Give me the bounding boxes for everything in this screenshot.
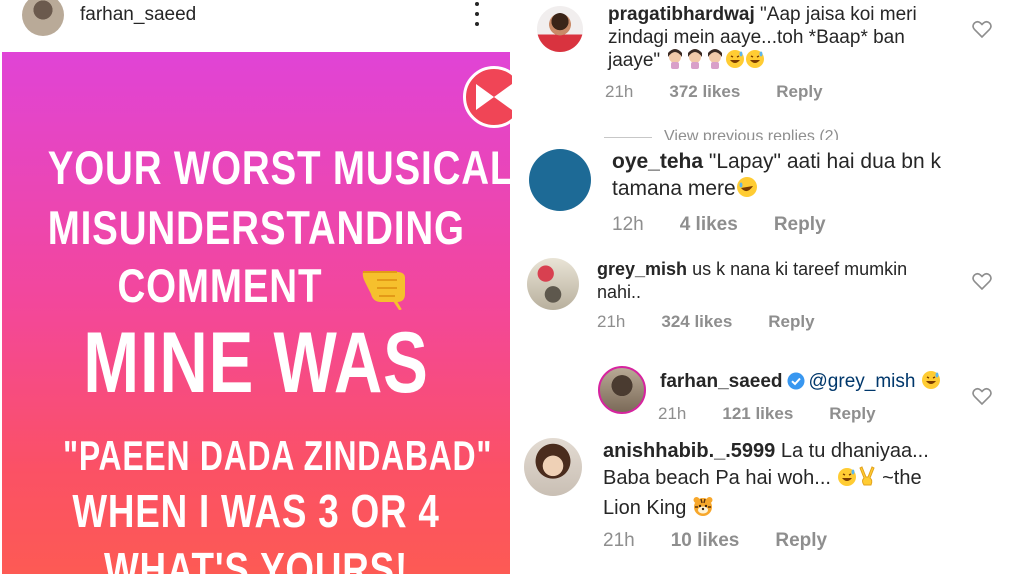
grinning-sweat-icon xyxy=(837,467,857,495)
grinning-sweat-icon xyxy=(745,49,765,75)
story-line-3-wrap: COMMENT xyxy=(2,258,510,321)
comment-body: farhan_saeed @grey_mish xyxy=(660,370,990,396)
more-options-icon[interactable] xyxy=(470,2,484,26)
comment-body: oye_teha "Lapay" aati hai dua bn k taman… xyxy=(612,148,1002,205)
comment-body: anishhabib._.5999 La tu dhaniyaa... Baba… xyxy=(603,438,1003,525)
avatar[interactable] xyxy=(529,149,591,211)
pointing-down-hand-icon xyxy=(359,258,417,321)
comment-time: 12h xyxy=(612,214,644,235)
reply-button[interactable]: Reply xyxy=(776,82,822,102)
story-line-7: WHAT'S YOURS! xyxy=(103,543,409,574)
story-line-2: MISUNDERSTANDING xyxy=(47,201,465,254)
reply-button[interactable]: Reply xyxy=(775,530,827,552)
comment-likes[interactable]: 121 likes xyxy=(722,404,793,424)
grinning-sweat-icon xyxy=(725,49,745,75)
avatar[interactable] xyxy=(524,438,582,496)
comment-likes[interactable]: 4 likes xyxy=(680,214,738,236)
tiger-face-icon xyxy=(692,495,714,525)
comment-text-line-4: Lion King xyxy=(603,497,687,519)
comment-body: grey_mish us k nana ki tareef mumkin nah… xyxy=(597,258,977,304)
comment-time: 21h xyxy=(597,312,626,331)
story-line-3: COMMENT xyxy=(117,259,323,312)
comment-text-line-2: Baba beach Pa hai woh... xyxy=(603,467,831,489)
reply-button[interactable]: Reply xyxy=(768,312,814,332)
comment-username[interactable]: grey_mish xyxy=(597,259,687,279)
comment-time: 21h xyxy=(603,530,635,551)
avatar[interactable] xyxy=(537,6,583,52)
comment-text-line-3: ~the xyxy=(882,467,922,489)
comment-meta: 21h 121 likes Reply xyxy=(658,404,912,424)
story-image: YOUR WORST MUSICAL MISUNDERSTANDING COMM… xyxy=(2,52,510,574)
comment-time: 21h xyxy=(605,82,634,101)
comment-text-line-1: us k nana ki tareef mumkin xyxy=(692,259,908,279)
comment-likes[interactable]: 372 likes xyxy=(669,82,740,102)
comment-text-line-2: tamana mere xyxy=(612,177,736,200)
comment-time: 21h xyxy=(658,404,687,423)
comment-text-line-1: "Lapay" aati hai dua bn k xyxy=(708,150,941,173)
rolling-laughing-icon xyxy=(736,176,758,205)
woman-facepalming-icon xyxy=(705,49,725,75)
comment-meta: 12h 4 likes Reply xyxy=(612,214,862,236)
comment-text-line-2: zindagi mein aaye...toh *Baap* ban xyxy=(608,27,905,48)
comment-meta: 21h 324 likes Reply xyxy=(597,312,851,332)
comment-text-line-3: jaaye" xyxy=(608,50,661,71)
like-heart-icon[interactable] xyxy=(972,387,992,406)
woman-facepalming-icon xyxy=(685,49,705,75)
comment-username[interactable]: pragatibhardwaj xyxy=(608,4,755,25)
post-header: farhan_saeed xyxy=(0,0,512,44)
victory-hand-icon xyxy=(857,465,877,495)
comment-meta: 21h 10 likes Reply xyxy=(603,530,863,552)
comment-oye-teha: oye_teha "Lapay" aati hai dua bn k taman… xyxy=(518,140,1024,250)
comment-meta: 21h 372 likes Reply xyxy=(605,82,859,102)
reply-button[interactable]: Reply xyxy=(774,214,826,236)
comment-body: pragatibhardwaj "Aap jaisa koi meri zind… xyxy=(608,3,938,75)
post-author-avatar[interactable] xyxy=(22,0,64,36)
instagram-post: farhan_saeed YOUR WORST MUSICAL MISUNDER… xyxy=(0,0,512,576)
verified-badge-icon xyxy=(787,372,805,396)
story-line-1: YOUR WORST MUSICAL xyxy=(47,141,510,194)
comments-panel: pragatibhardwaj "Aap jaisa koi meri zind… xyxy=(518,0,1024,576)
comment-likes[interactable]: 324 likes xyxy=(661,312,732,332)
comment-username[interactable]: farhan_saeed xyxy=(660,371,783,392)
story-line-5: "PAEEN DADA ZINDABAD" xyxy=(62,432,493,479)
reply-button[interactable]: Reply xyxy=(829,404,875,424)
story-line-4: MINE WAS xyxy=(83,315,429,411)
woman-facepalming-icon xyxy=(665,49,685,75)
like-heart-icon[interactable] xyxy=(972,272,992,291)
comment-username[interactable]: oye_teha xyxy=(612,150,703,173)
avatar[interactable] xyxy=(598,366,646,414)
mention-link[interactable]: @grey_mish xyxy=(809,371,916,392)
like-heart-icon[interactable] xyxy=(972,20,992,39)
comment-text-line-1: "Aap jaisa koi meri xyxy=(760,4,917,25)
avatar[interactable] xyxy=(527,258,579,310)
view-previous-divider xyxy=(604,137,652,138)
post-author-username[interactable]: farhan_saeed xyxy=(80,4,196,26)
comment-username[interactable]: anishhabib._.5999 xyxy=(603,440,775,462)
story-line-6: WHEN I WAS 3 OR 4 xyxy=(72,485,440,537)
comment-text-line-1: La tu dhaniyaa... xyxy=(780,440,929,462)
grinning-sweat-icon xyxy=(921,370,941,396)
comment-text-line-2: nahi.. xyxy=(597,282,642,302)
screenshot-root: farhan_saeed YOUR WORST MUSICAL MISUNDER… xyxy=(0,0,1024,576)
comment-likes[interactable]: 10 likes xyxy=(671,530,740,552)
